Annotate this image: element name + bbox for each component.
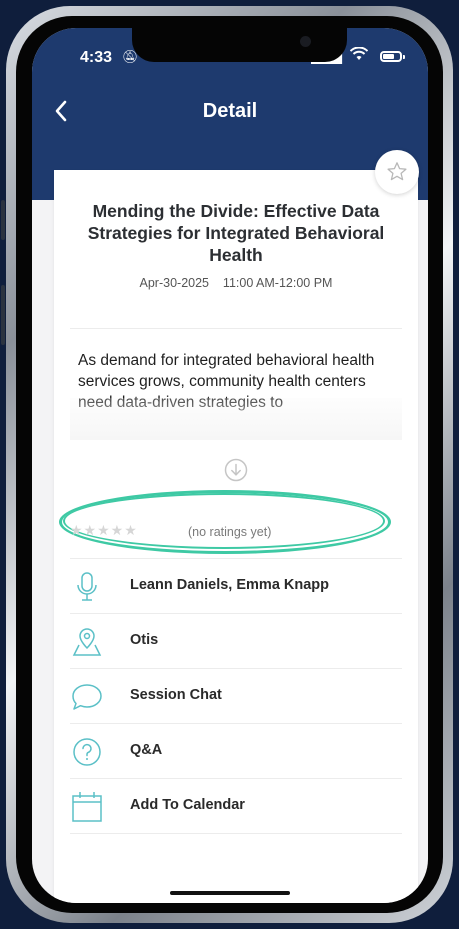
highlight-annotation (63, 493, 385, 549)
side-button (1, 285, 5, 345)
app-screen: 4:33 🔕︎ ▂▃▅▇ Detail Mending the Divide: … (32, 28, 428, 903)
location-label: Otis (130, 632, 159, 648)
session-title: Mending the Divide: Effective Data Strat… (87, 201, 385, 265)
favorite-button[interactable] (375, 150, 419, 194)
session-actions-list: Leann Daniels, Emma Knapp Otis Session C… (54, 558, 418, 834)
qa-label: Q&A (130, 742, 163, 758)
divider (70, 328, 402, 329)
calendar-icon (72, 792, 102, 822)
wifi-icon (349, 46, 369, 66)
session-time: 11:00 AM-12:00 PM (222, 276, 333, 290)
list-item-speakers[interactable]: Leann Daniels, Emma Knapp (70, 558, 402, 613)
list-item-calendar[interactable]: Add To Calendar (70, 778, 402, 834)
rating-row: ★★★★★ (no ratings yet) (59, 490, 402, 554)
expand-description-button[interactable] (224, 458, 248, 482)
calendar-label: Add To Calendar (130, 797, 245, 813)
list-item-location[interactable]: Otis (70, 613, 402, 668)
chat-label: Session Chat (130, 687, 222, 703)
rating-text: (no ratings yet) (188, 525, 272, 539)
list-item-qa[interactable]: Q&A (70, 723, 402, 778)
status-bar: 4:33 🔕︎ ▂▃▅▇ (32, 28, 428, 90)
page-title: Detail (202, 100, 258, 122)
microphone-icon (77, 572, 97, 601)
session-date: Apr-30-2025 (139, 276, 210, 290)
camera (300, 36, 311, 47)
speakers-label: Leann Daniels, Emma Knapp (130, 577, 330, 593)
star-outline-icon (387, 162, 407, 181)
map-pin-icon (72, 628, 102, 656)
session-datetime: Apr-30-2025 11:00 AM-12:00 PM (54, 276, 418, 290)
rating-stars[interactable]: ★★★★★ (70, 522, 138, 539)
list-item-chat[interactable]: Session Chat (70, 668, 402, 723)
session-detail-card: Mending the Divide: Effective Data Strat… (54, 150, 419, 903)
arrow-down-circle-icon (224, 458, 248, 482)
chat-bubble-icon (72, 684, 102, 710)
side-button (1, 200, 5, 240)
battery-icon (380, 51, 405, 62)
description-fade (70, 398, 402, 440)
question-circle-icon (73, 738, 101, 766)
notch (132, 28, 347, 62)
home-indicator (170, 891, 290, 895)
status-time: 4:33 (80, 49, 113, 66)
